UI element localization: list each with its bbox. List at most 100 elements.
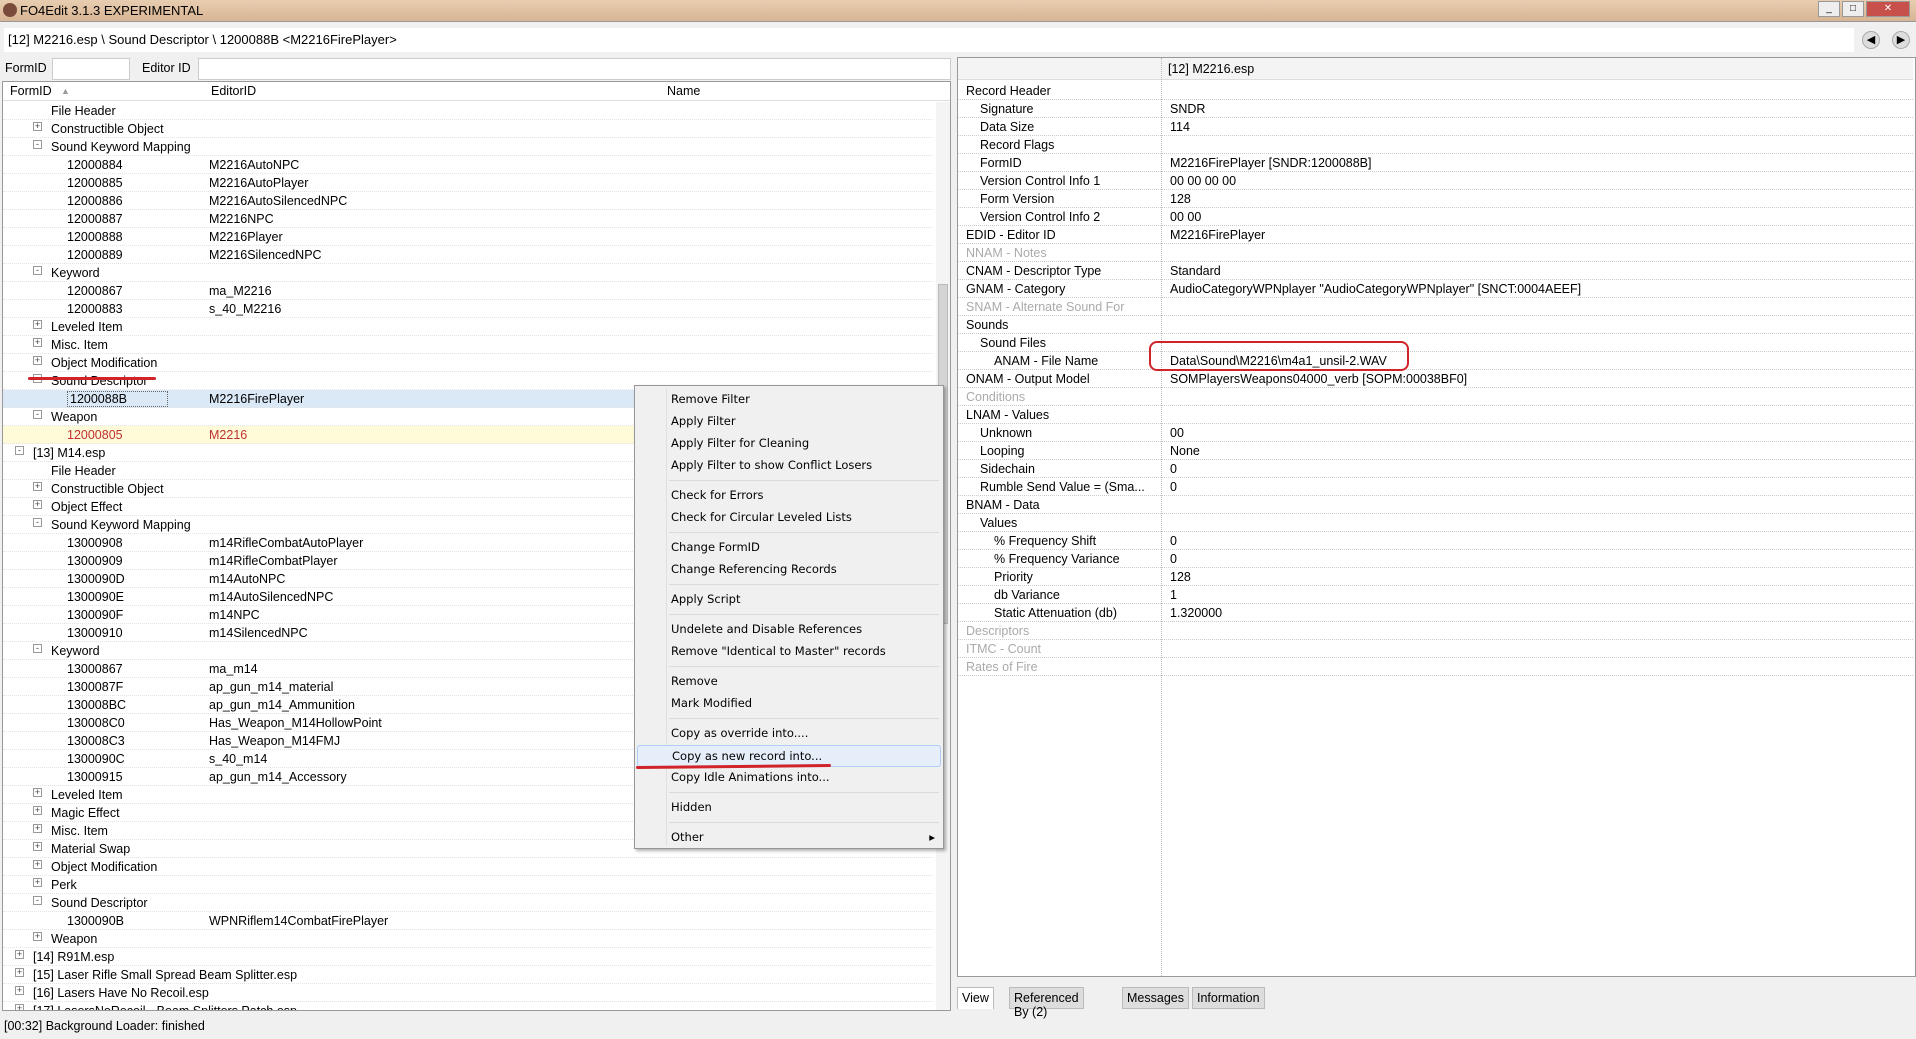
record-field-row[interactable]: Record Header xyxy=(958,82,1913,100)
tree-row[interactable]: 12000888 M2216Player xyxy=(3,228,933,246)
maximize-button[interactable]: □ xyxy=(1842,1,1864,17)
record-field-row[interactable]: Sounds xyxy=(958,316,1913,334)
tab-messages[interactable]: Messages xyxy=(1122,987,1189,1009)
menu-item[interactable]: Mark Modified xyxy=(637,693,941,715)
record-field-row[interactable]: GNAM - Category AudioCategoryWPNplayer "A… xyxy=(958,280,1913,298)
menu-item[interactable]: Hidden xyxy=(637,797,941,819)
collapse-icon[interactable]: - xyxy=(33,896,42,905)
forward-icon[interactable]: ▶ xyxy=(1892,31,1910,49)
editorid-input[interactable] xyxy=(198,58,951,80)
tree-row[interactable]: + Constructible Object xyxy=(3,120,933,138)
expand-icon[interactable]: + xyxy=(15,1004,24,1010)
expand-icon[interactable]: + xyxy=(33,338,42,347)
tree-row[interactable]: 12000889 M2216SilencedNPC xyxy=(3,246,933,264)
record-field-row[interactable]: Signature SNDR xyxy=(958,100,1913,118)
column-divider[interactable] xyxy=(1161,58,1162,976)
record-field-row[interactable]: EDID - Editor ID M2216FirePlayer xyxy=(958,226,1913,244)
menu-item[interactable]: Change Referencing Records xyxy=(637,559,941,581)
record-field-row[interactable]: Record Flags xyxy=(958,136,1913,154)
record-field-row[interactable]: Rumble Send Value = (Sma... 0 xyxy=(958,478,1913,496)
tree-row[interactable]: 1300090B WPNRiflem14CombatFirePlayer xyxy=(3,912,933,930)
record-field-row[interactable]: ANAM - File Name Data\Sound\M2216\m4a1_un… xyxy=(958,352,1913,370)
tab-information[interactable]: Information xyxy=(1192,987,1265,1009)
record-field-row[interactable]: LNAM - Values xyxy=(958,406,1913,424)
expand-icon[interactable]: + xyxy=(15,986,24,995)
menu-item[interactable]: Check for Errors xyxy=(637,485,941,507)
expand-icon[interactable]: + xyxy=(33,500,42,509)
expand-icon[interactable]: + xyxy=(15,968,24,977)
expand-icon[interactable]: + xyxy=(33,356,42,365)
record-field-row[interactable]: Conditions xyxy=(958,388,1913,406)
expand-icon[interactable]: + xyxy=(33,122,42,131)
record-field-row[interactable]: Rates of Fire xyxy=(958,658,1913,676)
formid-input[interactable] xyxy=(52,58,130,80)
menu-item[interactable]: Apply Script xyxy=(637,589,941,611)
record-field-row[interactable]: Static Attenuation (db) 1.320000 xyxy=(958,604,1913,622)
record-field-row[interactable]: NNAM - Notes xyxy=(958,244,1913,262)
expand-icon[interactable]: + xyxy=(33,932,42,941)
column-editorid[interactable]: EditorID xyxy=(211,84,256,98)
tree-row[interactable]: + Perk xyxy=(3,876,933,894)
tree-row[interactable]: + [14] R91M.esp xyxy=(3,948,933,966)
tree-row[interactable]: 12000887 M2216NPC xyxy=(3,210,933,228)
record-field-row[interactable]: Sidechain 0 xyxy=(958,460,1913,478)
record-field-row[interactable]: SNAM - Alternate Sound For xyxy=(958,298,1913,316)
expand-icon[interactable]: + xyxy=(33,860,42,869)
collapse-icon[interactable]: - xyxy=(33,140,42,149)
tree-row[interactable]: 12000884 M2216AutoNPC xyxy=(3,156,933,174)
collapse-icon[interactable]: - xyxy=(33,266,42,275)
tree-row[interactable]: 12000867 ma_M2216 xyxy=(3,282,933,300)
tree-row[interactable]: + Misc. Item xyxy=(3,336,933,354)
close-button[interactable]: ✕ xyxy=(1866,1,1910,17)
menu-item[interactable]: Copy as override into.... xyxy=(637,723,941,745)
menu-item[interactable]: Apply Filter for Cleaning xyxy=(637,433,941,455)
menu-item[interactable]: Apply Filter xyxy=(637,411,941,433)
tree-row[interactable]: + Object Modification xyxy=(3,354,933,372)
menu-item[interactable]: Remove Filter xyxy=(637,389,941,411)
record-field-row[interactable]: ITMC - Count xyxy=(958,640,1913,658)
column-formid[interactable]: FormID xyxy=(10,84,52,98)
tree-row[interactable]: - Keyword xyxy=(3,264,933,282)
record-field-row[interactable]: Sound Files xyxy=(958,334,1913,352)
record-field-row[interactable]: ONAM - Output Model SOMPlayersWeapons0400… xyxy=(958,370,1913,388)
record-field-row[interactable]: Looping None xyxy=(958,442,1913,460)
tree-row[interactable]: 12000886 M2216AutoSilencedNPC xyxy=(3,192,933,210)
record-field-row[interactable]: Version Control Info 2 00 00 xyxy=(958,208,1913,226)
tree-row[interactable]: + [16] Lasers Have No Recoil.esp xyxy=(3,984,933,1002)
collapse-icon[interactable]: - xyxy=(33,644,42,653)
tree-row[interactable]: 12000885 M2216AutoPlayer xyxy=(3,174,933,192)
tree-row[interactable]: 12000883 s_40_M2216 xyxy=(3,300,933,318)
expand-icon[interactable]: + xyxy=(33,788,42,797)
menu-item[interactable]: Undelete and Disable References xyxy=(637,619,941,641)
record-field-row[interactable]: FormID M2216FirePlayer [SNDR:1200088B] xyxy=(958,154,1913,172)
collapse-icon[interactable]: - xyxy=(15,446,24,455)
collapse-icon[interactable]: - xyxy=(33,518,42,527)
expand-icon[interactable]: + xyxy=(33,842,42,851)
tree-row[interactable]: File Header xyxy=(3,102,933,120)
expand-icon[interactable]: + xyxy=(33,482,42,491)
record-field-row[interactable]: Version Control Info 1 00 00 00 00 xyxy=(958,172,1913,190)
menu-item[interactable]: Apply Filter to show Conflict Losers xyxy=(637,455,941,477)
menu-item[interactable]: Remove "Identical to Master" records xyxy=(637,641,941,663)
tree-row[interactable]: - Sound Keyword Mapping xyxy=(3,138,933,156)
menu-item[interactable]: Change FormID xyxy=(637,537,941,559)
record-field-row[interactable]: % Frequency Shift 0 xyxy=(958,532,1913,550)
record-field-row[interactable]: BNAM - Data xyxy=(958,496,1913,514)
back-icon[interactable]: ◀ xyxy=(1862,31,1880,49)
tree-row[interactable]: + [17] LasersNoRecoil - Beam Splitters Pa… xyxy=(3,1002,933,1010)
tree-row[interactable]: + Object Modification xyxy=(3,858,933,876)
menu-item[interactable]: Remove xyxy=(637,671,941,693)
record-field-row[interactable]: Form Version 128 xyxy=(958,190,1913,208)
minimize-button[interactable]: _ xyxy=(1818,1,1840,17)
expand-icon[interactable]: + xyxy=(15,950,24,959)
record-field-row[interactable]: Unknown 00 xyxy=(958,424,1913,442)
expand-icon[interactable]: + xyxy=(33,806,42,815)
tab-view[interactable]: View xyxy=(957,987,994,1009)
expand-icon[interactable]: + xyxy=(33,824,42,833)
record-field-row[interactable]: Descriptors xyxy=(958,622,1913,640)
tree-row[interactable]: + [15] Laser Rifle Small Spread Beam Spli… xyxy=(3,966,933,984)
record-field-row[interactable]: Values xyxy=(958,514,1913,532)
expand-icon[interactable]: + xyxy=(33,878,42,887)
expand-icon[interactable]: + xyxy=(33,320,42,329)
record-field-row[interactable]: Priority 128 xyxy=(958,568,1913,586)
